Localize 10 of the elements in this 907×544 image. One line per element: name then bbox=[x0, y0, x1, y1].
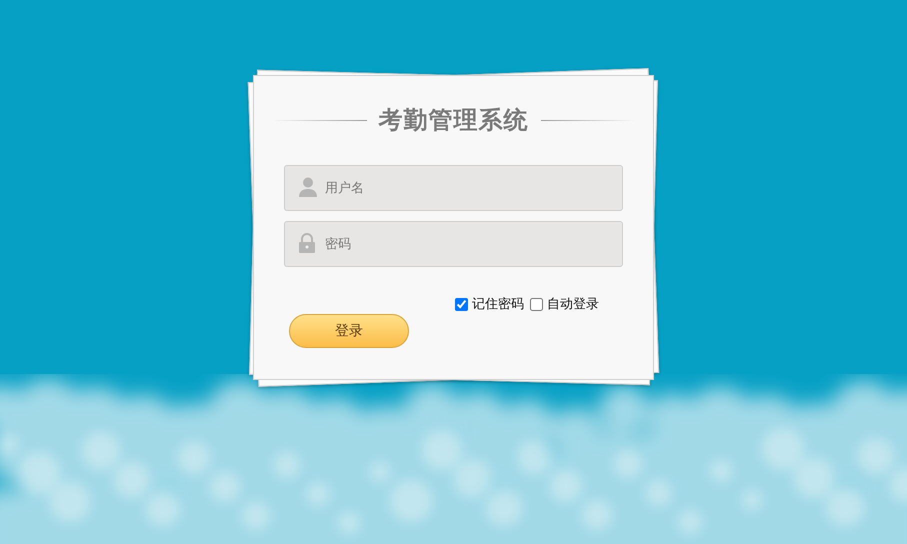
checkbox-label: 记住密码 bbox=[472, 296, 524, 313]
input-field[interactable]: 密码 bbox=[284, 221, 623, 267]
input-field[interactable]: 用户名 bbox=[284, 165, 623, 211]
login-button[interactable]: 登录 bbox=[289, 314, 409, 348]
checkbox[interactable] bbox=[530, 298, 543, 310]
user-icon bbox=[299, 177, 317, 197]
checkbox-label: 自动登录 bbox=[547, 296, 599, 313]
checkbox[interactable] bbox=[455, 298, 468, 310]
app-title: 考勤管理系统 bbox=[378, 105, 528, 136]
lock-icon bbox=[299, 233, 315, 253]
